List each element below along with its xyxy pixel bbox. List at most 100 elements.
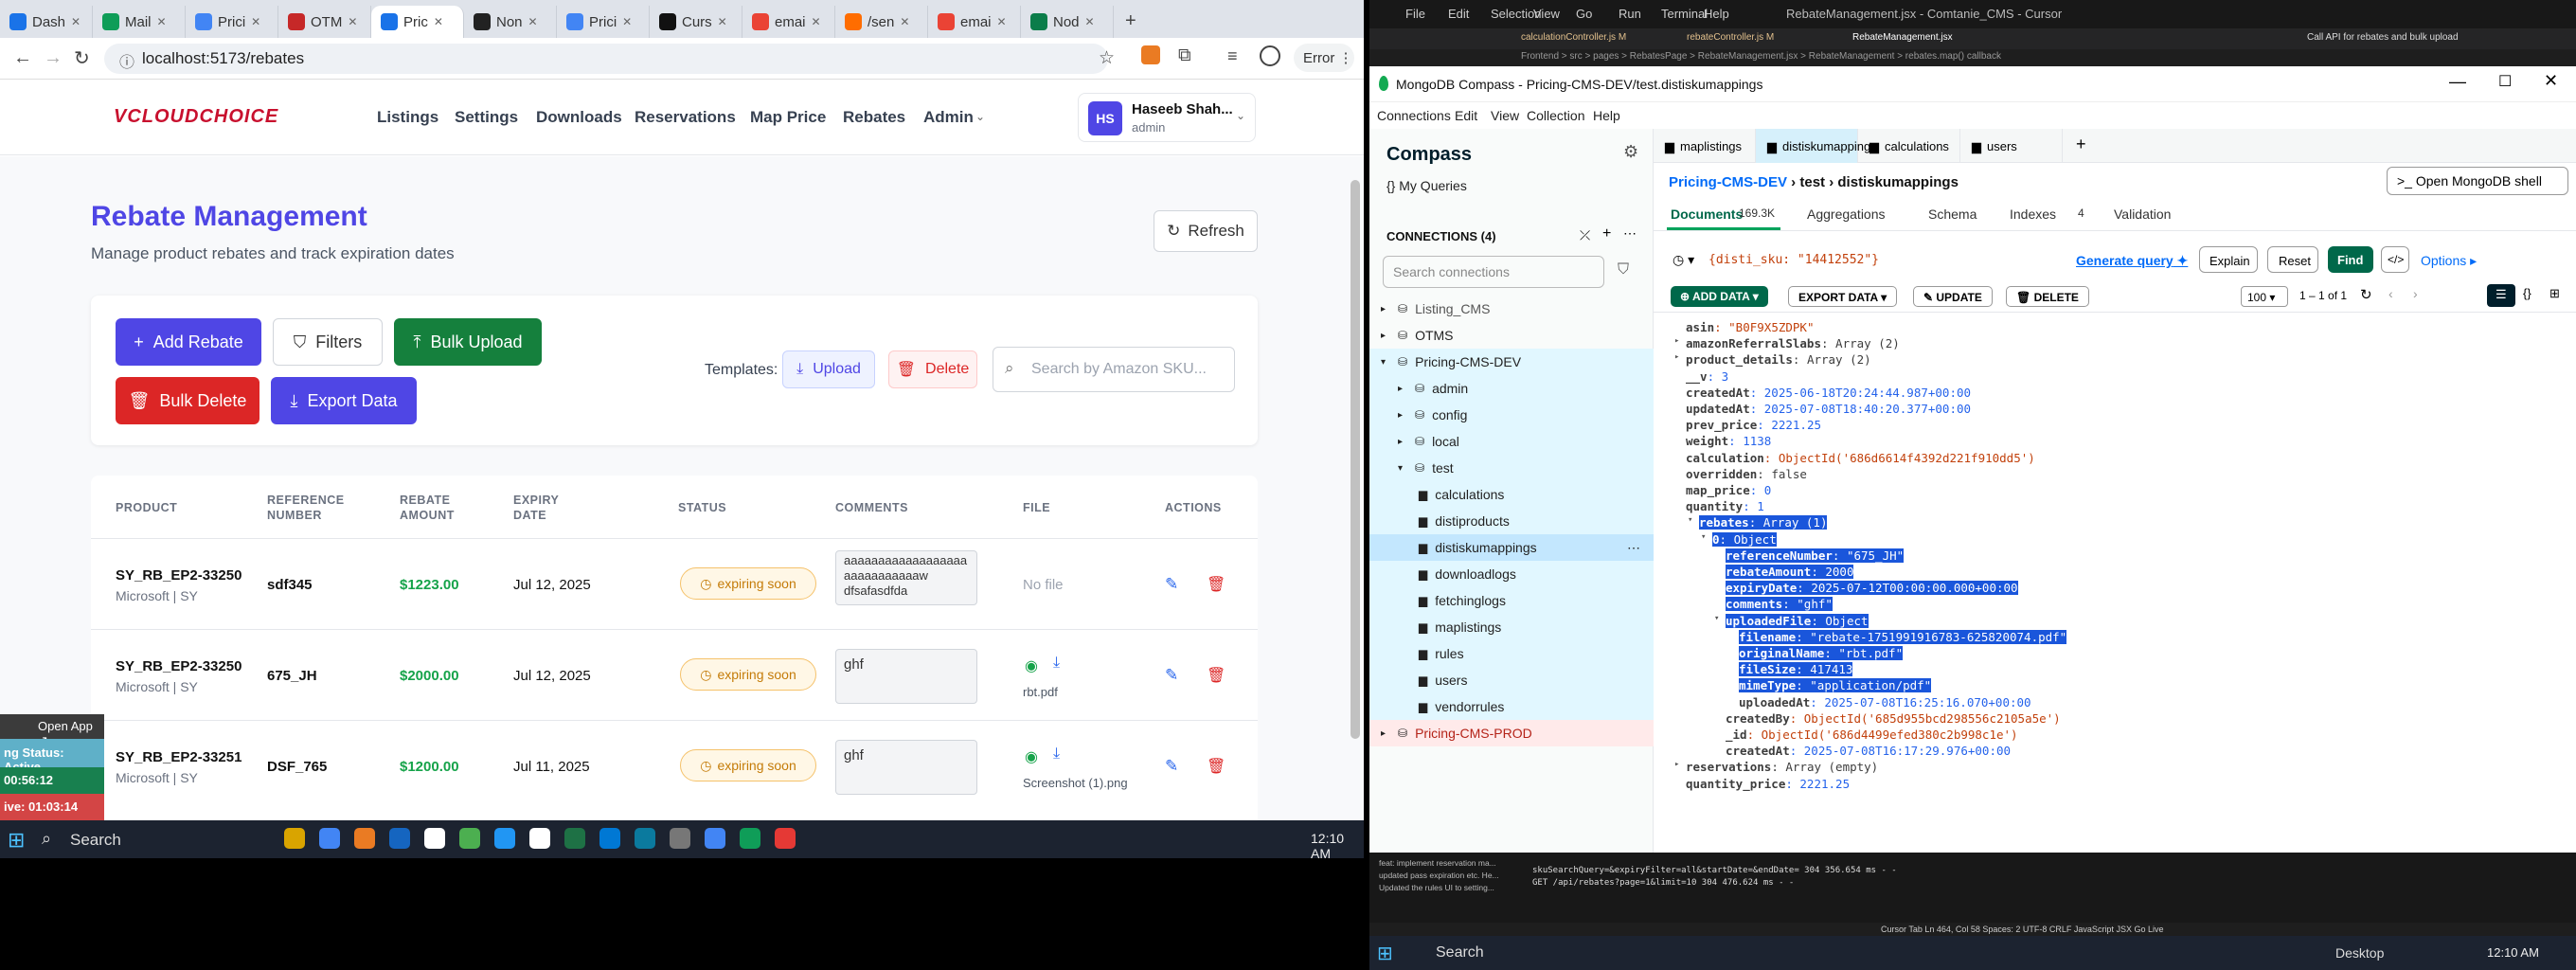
tree-item[interactable]: ▆ distiproducts xyxy=(1369,508,1654,534)
document-field[interactable]: comments: "ghf" xyxy=(1726,597,1833,612)
view-file-eye-icon[interactable]: ◉ xyxy=(1025,747,1038,766)
close-icon[interactable]: ✕ xyxy=(528,15,538,28)
tree-item[interactable]: ▆ calculations xyxy=(1369,481,1654,508)
tree-item[interactable]: ▆ rules xyxy=(1369,640,1654,667)
query-input[interactable]: {disti_sku: "14412552"} xyxy=(1708,253,1879,267)
editor-menu-item[interactable]: Edit xyxy=(1448,7,1469,21)
expand-toggle-icon[interactable]: ▾ xyxy=(1688,515,1692,525)
taskbar-search-label[interactable]: Search xyxy=(70,831,121,850)
document-field[interactable]: weight: 1138 xyxy=(1686,434,1771,448)
explain-button[interactable]: Explain xyxy=(2199,246,2258,273)
tree-item[interactable]: ▸ ⛁ local xyxy=(1369,428,1654,455)
prev-page-icon[interactable]: ‹ xyxy=(2388,286,2393,301)
document-field[interactable]: referenceNumber: "675_JH" xyxy=(1726,548,1905,563)
nav-map-price[interactable]: Map Price xyxy=(750,108,826,127)
document-field[interactable]: asin: "B0F9X5ZDPK" xyxy=(1686,320,1814,334)
taskbar-app-icon[interactable] xyxy=(459,828,480,849)
update-button[interactable]: ✎ UPDATE xyxy=(1913,286,1993,307)
maximize-icon[interactable]: ☐ xyxy=(2498,72,2512,91)
taskbar-app-icon[interactable] xyxy=(635,828,655,849)
open-app-button[interactable]: Open App ↗ xyxy=(0,714,104,747)
editor-tab[interactable]: RebateManagement.jsx xyxy=(1852,32,1953,43)
nav-reservations[interactable]: Reservations xyxy=(635,108,736,127)
editor-menu-item[interactable]: Help xyxy=(1704,7,1729,21)
document-field[interactable]: ▾ rebates: Array (1) xyxy=(1688,515,1828,530)
add-connection-icon[interactable]: + xyxy=(1602,225,1611,242)
close-icon[interactable]: ✕ xyxy=(157,15,167,28)
tree-item[interactable]: ▆ vendorrules xyxy=(1369,693,1654,720)
sub-tab[interactable]: Schema xyxy=(1928,207,1977,222)
taskbar-app-icon[interactable] xyxy=(564,828,585,849)
taskbar-app-icon[interactable] xyxy=(494,828,515,849)
nav-listings[interactable]: Listings xyxy=(377,108,438,127)
options-link[interactable]: Options ▸ xyxy=(2421,253,2477,269)
close-icon[interactable]: ✕ xyxy=(71,15,80,28)
puzzle-icon[interactable]: ⧉ xyxy=(1178,45,1191,66)
cast-icon[interactable]: ≡ xyxy=(1227,46,1238,66)
tree-item[interactable]: ▆ downloadlogs xyxy=(1369,561,1654,587)
close-icon[interactable]: ✕ xyxy=(434,15,443,28)
open-shell-button[interactable]: >_ Open MongoDB shell xyxy=(2387,167,2568,195)
expand-toggle-icon[interactable]: ▾ xyxy=(1714,614,1719,623)
collection-tab[interactable]: ▆ users xyxy=(1960,129,2063,163)
taskbar-app-icon[interactable] xyxy=(740,828,760,849)
history-icon[interactable]: ◷ ▾ xyxy=(1673,252,1694,268)
tree-item[interactable]: ▸ ⛁ Listing_CMS xyxy=(1369,296,1654,322)
expand-toggle-icon[interactable]: ▸ xyxy=(1674,352,1679,362)
editor-menu-item[interactable]: Run xyxy=(1619,7,1641,21)
document-field[interactable]: ▸ reservations: Array (empty) xyxy=(1674,760,1878,774)
document-field[interactable]: calculation: ObjectId('686d6614f4392d221… xyxy=(1686,451,2035,465)
editor-menu-item[interactable]: View xyxy=(1533,7,1560,21)
filter-icon[interactable]: ⛉ xyxy=(1618,261,1629,278)
compass-menu-item[interactable]: Connections xyxy=(1377,108,1451,123)
filters-button[interactable]: ⛉ Filters xyxy=(273,318,383,366)
close-icon[interactable]: ✕ xyxy=(348,15,357,28)
taskbar-app-icon[interactable] xyxy=(284,828,305,849)
taskbar-app-icon[interactable] xyxy=(775,828,796,849)
nav-settings[interactable]: Settings xyxy=(455,108,518,127)
expand-toggle-icon[interactable]: ▸ xyxy=(1674,336,1679,346)
json-view-icon[interactable]: {} xyxy=(2523,286,2531,300)
tree-item[interactable]: ▆ maplistings xyxy=(1369,614,1654,640)
back-icon[interactable]: ← xyxy=(13,47,32,69)
windows-start-icon[interactable]: ⊞ xyxy=(8,828,25,853)
collapse-icon[interactable]: ⤫ xyxy=(1580,227,1590,243)
add-rebate-button[interactable]: + Add Rebate xyxy=(116,318,261,366)
export-data-button[interactable]: EXPORT DATA ▾ xyxy=(1788,286,1898,307)
template-upload-button[interactable]: ⤓ Upload xyxy=(782,350,875,388)
browser-tab[interactable]: Pric ✕ xyxy=(371,6,464,38)
document-field[interactable]: rebateAmount: 2000 xyxy=(1726,565,1854,579)
sub-tab[interactable]: Documents xyxy=(1671,207,1743,222)
my-queries-link[interactable]: {} My Queries xyxy=(1386,178,1467,193)
sub-tab[interactable]: Validation xyxy=(2114,207,2171,222)
template-delete-button[interactable]: 🗑 Delete xyxy=(888,350,977,388)
tree-item[interactable]: ▆ users xyxy=(1369,667,1654,693)
compass-menu-item[interactable]: Edit xyxy=(1455,108,1477,123)
browser-tab[interactable]: Prici ✕ xyxy=(186,6,278,38)
page-scrollbar[interactable] xyxy=(1351,180,1360,739)
browser-tab[interactable]: Dash ✕ xyxy=(0,6,93,38)
delete-icon[interactable]: 🗑 xyxy=(1207,666,1225,685)
taskbar-app-icon[interactable] xyxy=(424,828,445,849)
commit-item[interactable]: Updated the rules UI to setting... xyxy=(1379,883,1494,892)
more-icon[interactable]: ⋯ xyxy=(1627,540,1640,556)
commit-item[interactable]: updated pass expiration etc. He... xyxy=(1379,871,1499,880)
browser-tab[interactable]: Curs ✕ xyxy=(650,6,742,38)
tree-item[interactable]: ▸ ⛁ OTMS xyxy=(1369,322,1654,349)
taskbar-app-icon[interactable] xyxy=(529,828,550,849)
editor-tab[interactable]: rebateController.js M xyxy=(1687,32,1774,43)
taskbar-search-icon[interactable]: ⌕ xyxy=(42,829,51,849)
sku-search-input[interactable]: ⌕ Search by Amazon SKU... xyxy=(993,347,1235,392)
browser-tab[interactable]: OTM ✕ xyxy=(278,6,371,38)
document-field[interactable]: updatedAt: 2025-07-08T18:40:20.377+00:00 xyxy=(1686,402,1971,416)
refresh-icon[interactable]: ↻ xyxy=(2360,286,2372,303)
app-logo[interactable]: VCLOUDCHOICE xyxy=(114,106,278,128)
compass-menu-item[interactable]: View xyxy=(1491,108,1519,123)
url-info-icon[interactable]: ⓘ xyxy=(119,49,134,72)
browser-tab[interactable]: Mail ✕ xyxy=(93,6,186,38)
delete-icon[interactable]: 🗑 xyxy=(1207,757,1225,776)
reset-button[interactable]: Reset xyxy=(2267,246,2318,273)
editor-menu-item[interactable]: Go xyxy=(1576,7,1592,21)
table-view-icon[interactable]: ⊞ xyxy=(2549,286,2560,301)
page-size-select[interactable]: 100 ▾ xyxy=(2241,286,2288,307)
